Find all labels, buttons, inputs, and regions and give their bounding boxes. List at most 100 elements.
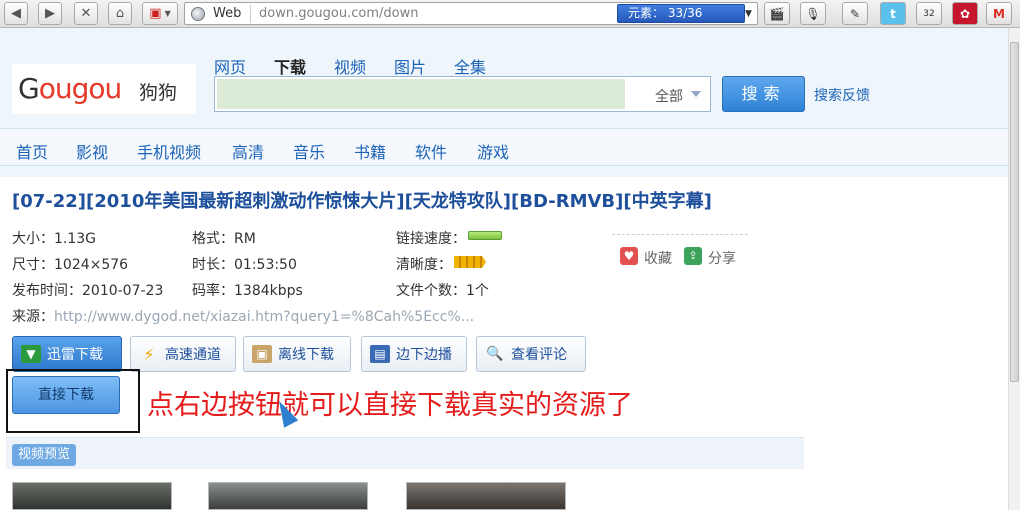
nav-images[interactable]: 图片 [394, 54, 426, 78]
film-icon: ▤ [370, 345, 390, 363]
browser-toolbar: ◀ ▶ ✕ ⌂ ▣ ▼ Web down.gougou.com/down 元素： … [0, 0, 1020, 28]
category-games[interactable]: 游戏 [477, 139, 509, 163]
resource-published: 发布时间：2010-07-23 [12, 283, 164, 299]
arrow-right-icon: ▶ [45, 6, 55, 21]
nav-web[interactable]: 网页 [214, 54, 246, 78]
chevron-down-icon[interactable] [691, 91, 701, 97]
offline-download-label: 离线下载 [278, 347, 334, 363]
category-mobile-video[interactable]: 手机视频 [137, 139, 201, 163]
resource-size: 大小：1.13G [12, 231, 97, 247]
stream-play-button[interactable]: ▤ 边下边播 [361, 336, 467, 372]
preview-label: 视频预览 [12, 444, 77, 466]
gougou-logo[interactable]: Gougou 狗狗 [12, 64, 196, 114]
category-film[interactable]: 影视 [76, 139, 108, 163]
clarity-rating-icon [454, 256, 486, 268]
globe-icon [191, 7, 205, 21]
twitter-button[interactable]: t [880, 2, 906, 25]
microphone-icon: 🎙 [805, 6, 821, 21]
thunder-download-button[interactable]: ▼ 迅雷下载 [12, 336, 122, 372]
lightning-icon: ⚡ [143, 344, 155, 364]
resource-file-count: 文件个数：1个 [396, 283, 489, 299]
back-button[interactable]: ◀ [4, 2, 28, 25]
clapperboard-button[interactable]: 🎬 [764, 2, 790, 25]
vertical-scrollbar[interactable] [1008, 28, 1020, 510]
twitter-icon: t [890, 6, 896, 21]
preview-thumbnail[interactable] [208, 482, 368, 510]
address-bar[interactable]: Web down.gougou.com/down 元素： 33/36 ▼ [184, 2, 758, 25]
flower-icon: ✿ [959, 6, 971, 21]
link-speed-bar [468, 231, 502, 240]
annotation-text: 点右边按钮就可以直接下载真实的资源了 [147, 390, 633, 421]
address-divider [250, 5, 251, 23]
monitor-download-icon: ▼ [21, 345, 41, 363]
arrow-left-icon: ◀ [11, 6, 21, 21]
share-icon[interactable]: ⇪ [684, 247, 702, 265]
nav-collection[interactable]: 全集 [454, 54, 486, 78]
magnifier-icon: 🔍 [486, 346, 504, 362]
preview-bar [6, 437, 804, 469]
heart-icon[interactable]: ♥ [620, 247, 638, 265]
search-button[interactable]: 搜索 [722, 76, 805, 112]
nav-video[interactable]: 视频 [334, 54, 366, 78]
search-scope-select[interactable]: 全部 [655, 86, 683, 106]
category-bar: 首页 影视 手机视频 高清 音乐 书籍 软件 游戏 [0, 128, 1008, 166]
preview-thumbnail[interactable] [406, 482, 566, 510]
clarity-label: 清晰度： [396, 257, 452, 273]
home-icon: ⌂ [115, 6, 125, 21]
forward-button[interactable]: ▶ [38, 2, 62, 25]
category-hd[interactable]: 高清 [232, 139, 264, 163]
plus-extension-button[interactable]: ✿ [952, 2, 978, 25]
url-text[interactable]: down.gougou.com/down [259, 6, 418, 21]
share-link[interactable]: 分享 [708, 248, 736, 268]
home-button[interactable]: ⌂ [108, 2, 132, 25]
chevron-down-icon[interactable]: ▼ [745, 5, 757, 24]
favorite-link[interactable]: 收藏 [644, 248, 672, 268]
element-counter[interactable]: 元素： 33/36 ▼ [617, 4, 752, 23]
clapperboard-icon: 🎬 [769, 6, 785, 21]
chevron-down-icon: ▼ [164, 9, 171, 18]
fast-channel-button[interactable]: ⚡ 高速通道 [130, 336, 236, 372]
element-counter-label: 元素： 33/36 [628, 6, 703, 20]
view-reviews-label: 查看评论 [511, 347, 567, 363]
scrollbar-thumb[interactable] [1010, 42, 1019, 382]
stop-button[interactable]: ✕ [74, 2, 98, 25]
bookmark-menu-button[interactable]: ▣ ▼ [142, 2, 178, 25]
logo-chinese: 狗狗 [139, 82, 178, 104]
close-icon: ✕ [80, 6, 92, 21]
bookmark-icon: ▣ [149, 6, 162, 21]
search-input[interactable] [217, 79, 625, 109]
link-speed-label: 链接速度： [396, 231, 466, 247]
resource-source: 来源：http://www.dygod.net/xiazai.htm?query… [12, 306, 474, 326]
stream-play-label: 边下边播 [396, 347, 452, 363]
logo-g: G [18, 72, 40, 105]
logo-ougou: ougou [38, 72, 123, 105]
offline-download-icon: ▣ [252, 345, 272, 363]
microphone-button[interactable]: 🎙 [800, 2, 826, 25]
grid-icon: 32 [923, 8, 935, 19]
pen-button[interactable]: ✎ [842, 2, 868, 25]
web-label: Web [213, 6, 242, 21]
resource-title[interactable]: [07-22][2010年美国最新超刺激动作惊悚大片][天龙特攻队][BD-RM… [12, 187, 712, 213]
direct-download-button[interactable]: 直接下载 [12, 376, 120, 414]
source-link[interactable]: http://www.dygod.net/xiazai.htm?query1=%… [54, 309, 474, 325]
gmail-icon: M [993, 6, 1005, 21]
offline-download-button[interactable]: ▣ 离线下载 [243, 336, 351, 372]
category-books[interactable]: 书籍 [354, 139, 386, 163]
resource-dimensions: 尺寸：1024×576 [12, 257, 129, 273]
view-reviews-button[interactable]: 🔍 查看评论 [476, 336, 586, 372]
category-home[interactable]: 首页 [16, 139, 48, 163]
source-label: 来源： [12, 309, 54, 325]
search-box: 全部 [214, 76, 711, 112]
social-actions: ♥ 收藏 ⇪ 分享 [612, 234, 748, 268]
extension-badge-button[interactable]: 32 [916, 2, 942, 25]
search-feedback-link[interactable]: 搜索反馈 [814, 85, 870, 105]
category-music[interactable]: 音乐 [293, 139, 325, 163]
resource-duration: 时长：01:53:50 [192, 257, 297, 273]
category-software[interactable]: 软件 [415, 139, 447, 163]
thunder-download-label: 迅雷下载 [47, 347, 103, 363]
fast-channel-label: 高速通道 [165, 347, 221, 363]
preview-thumbnail[interactable] [12, 482, 172, 510]
nav-download[interactable]: 下载 [274, 54, 306, 78]
gmail-button[interactable]: M [986, 2, 1012, 25]
resource-bitrate: 码率：1384kbps [192, 283, 303, 299]
